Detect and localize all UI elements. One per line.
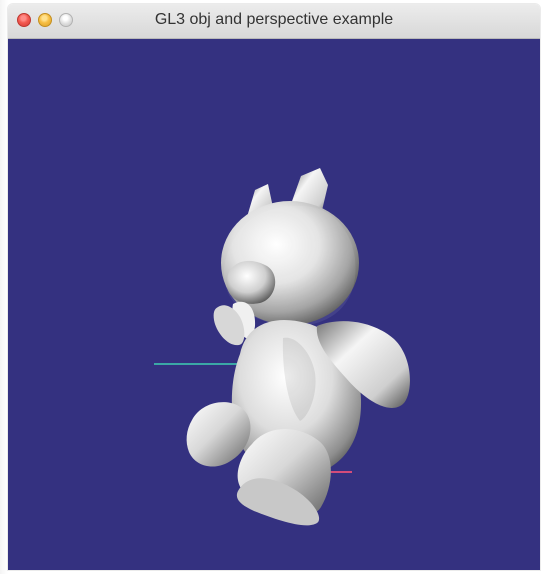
opengl-viewport[interactable]	[8, 39, 540, 570]
window-title: GL3 obj and perspective example	[154, 11, 394, 28]
teddy-bear-render	[154, 168, 410, 526]
desktop-left-edge	[0, 0, 8, 574]
close-button[interactable]	[17, 13, 31, 27]
desktop-frame: GL3 obj and perspective example	[0, 0, 542, 574]
minimize-button[interactable]	[38, 13, 52, 27]
zoom-button[interactable]	[59, 13, 73, 27]
window-titlebar[interactable]: GL3 obj and perspective example	[8, 4, 540, 39]
left-leg	[186, 402, 251, 467]
application-window: GL3 obj and perspective example	[8, 4, 540, 570]
snout	[226, 260, 276, 304]
